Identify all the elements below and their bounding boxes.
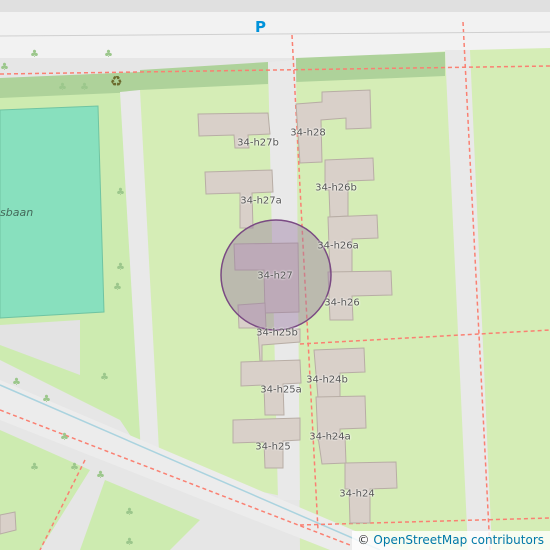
svg-text:♣: ♣ [80, 82, 89, 93]
svg-text:♣: ♣ [0, 62, 9, 73]
building-label: 34-h28 [290, 127, 326, 139]
svg-text:♣: ♣ [12, 377, 21, 388]
building-label: 34-h26 [324, 297, 360, 309]
map-attribution: © OpenStreetMap contributors [351, 531, 550, 550]
svg-text:♣: ♣ [30, 462, 39, 473]
svg-text:♣: ♣ [58, 82, 67, 93]
svg-text:♣: ♣ [100, 372, 109, 383]
svg-text:♣: ♣ [70, 462, 79, 473]
building-label: 34-h26a [317, 240, 359, 252]
svg-text:♣: ♣ [96, 470, 105, 481]
svg-text:♣: ♣ [125, 507, 134, 518]
svg-text:♣: ♣ [60, 432, 69, 443]
building-label: 34-h27b [237, 137, 279, 149]
building-label: 34-h25a [260, 384, 302, 396]
svg-text:♣: ♣ [125, 537, 134, 548]
building-label: 34-h25b [256, 327, 298, 339]
copyright-symbol: © [357, 533, 370, 547]
building-label: 34-h27a [240, 195, 282, 207]
sports-area-label: sbaan [0, 206, 34, 219]
svg-text:♣: ♣ [116, 262, 125, 273]
building-label: 34-h27 [257, 270, 293, 282]
svg-text:♣: ♣ [30, 49, 39, 60]
parking-label: P [255, 18, 266, 36]
building-label: 34-h24b [306, 374, 348, 386]
building-label: 34-h24 [339, 488, 375, 500]
building-label: 34-h25 [255, 441, 291, 453]
svg-text:♣: ♣ [104, 49, 113, 60]
svg-text:♣: ♣ [113, 282, 122, 293]
recycling-icon: ♻ [110, 74, 123, 90]
map-view[interactable]: ♣ ♣ ♣ ♣ ♣ ♣ ♣ ♣ ♣ ♣ ♣ ♣ ♣ ♣ ♣ ♣ ♣ P sbaan ♻ 34-h28 … [0, 0, 550, 550]
svg-text:♣: ♣ [42, 394, 51, 405]
building-label: 34-h24a [309, 431, 351, 443]
building-label: 34-h26b [315, 182, 357, 194]
osm-contributors-link[interactable]: OpenStreetMap contributors [373, 533, 544, 547]
svg-text:♣: ♣ [116, 187, 125, 198]
